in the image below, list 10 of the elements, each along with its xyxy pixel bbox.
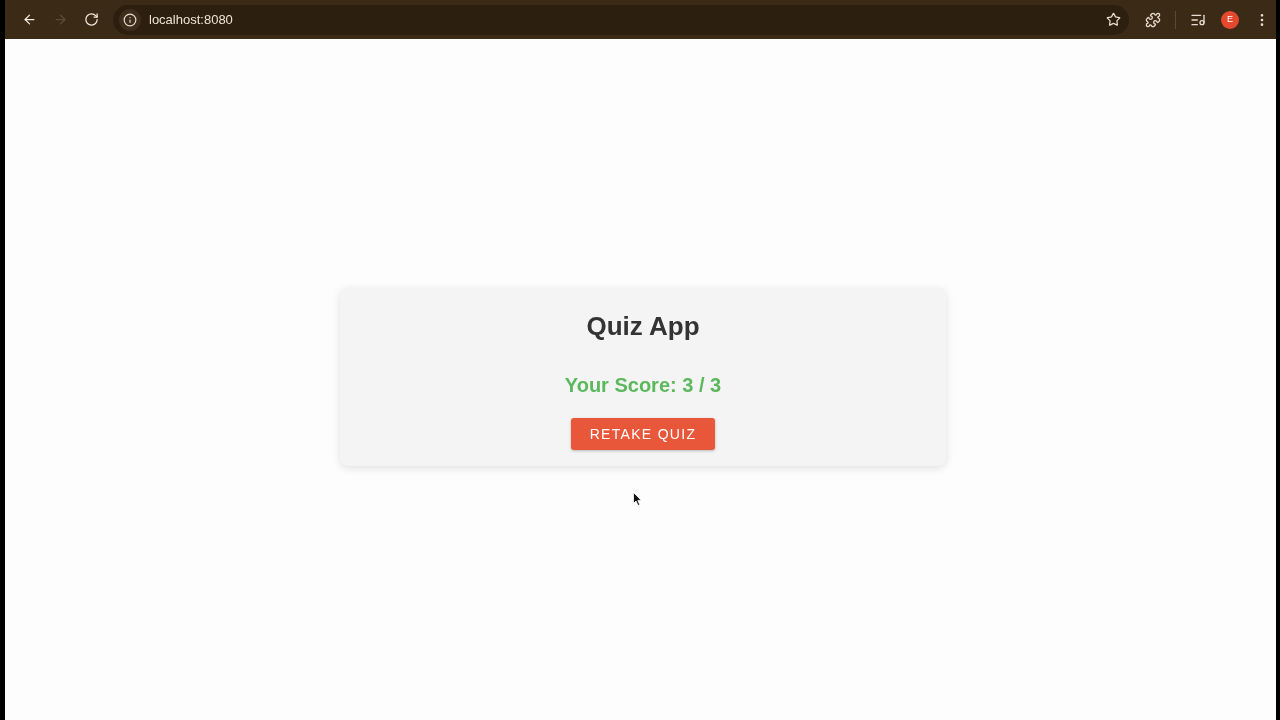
profile-avatar[interactable]: E [1221, 10, 1239, 29]
retake-quiz-button[interactable]: RETAKE QUIZ [570, 418, 716, 450]
score-text: Your Score: 3 / 3 [564, 373, 722, 398]
address-bar[interactable]: localhost:8080 [113, 4, 1129, 35]
site-info-icon[interactable] [119, 8, 141, 31]
mouse-pointer-icon [633, 492, 642, 506]
bookmark-star-icon[interactable] [1106, 12, 1121, 27]
card-title: Quiz App [586, 310, 700, 343]
puzzle-piece-icon[interactable] [1145, 11, 1161, 28]
url-text: localhost:8080 [149, 10, 233, 29]
